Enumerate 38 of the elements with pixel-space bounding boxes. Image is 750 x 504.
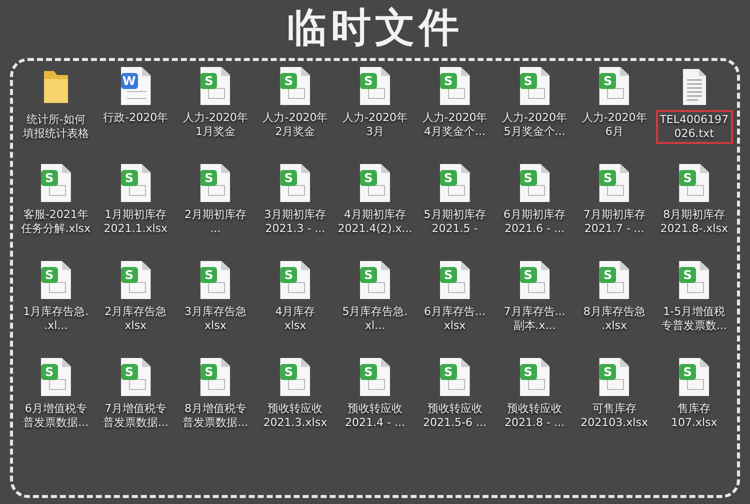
file-name[interactable]: 4月期初库存 2021.4(2).x... <box>334 205 416 239</box>
file-name[interactable]: 客服-2021年 任务分解.xlsx <box>17 205 95 239</box>
word-document-icon[interactable]: W <box>120 67 151 105</box>
file-name[interactable]: 8月库存告急 .xlsx <box>579 302 650 336</box>
file-name[interactable]: 行政-2020年 <box>99 108 172 128</box>
file-name[interactable]: 7月库存告... 副本.x... <box>500 302 570 336</box>
file-name[interactable]: 预收转应收 2021.5-6 ... <box>419 399 490 433</box>
file-name[interactable]: 人力-2020年 5月奖金个... <box>498 108 572 142</box>
file-name[interactable]: 人力-2020年 4月奖金个... <box>418 108 492 142</box>
file-name[interactable]: 预收转应收 2021.8 - ... <box>500 399 569 433</box>
file-name[interactable]: 7月增值税专 普发票数据... <box>98 399 172 433</box>
file-name[interactable]: 人力-2020年 1月奖金 <box>178 108 252 142</box>
file-name[interactable]: 2月库存告急 xlsx <box>100 302 171 336</box>
file-name[interactable]: 人力-2020年 3月 <box>338 108 412 142</box>
file-name[interactable]: 统计所-如何 填报统计表格 <box>18 110 93 144</box>
file-name[interactable]: 4月库存 xlsx <box>271 302 320 336</box>
file-name[interactable]: 1-5月增值税 专普发票数... <box>657 302 731 336</box>
file-name[interactable]: 1月库存告急. .xl... <box>19 302 93 336</box>
file-name[interactable]: 售库存 107.xlsx <box>666 399 722 433</box>
page-title: 临时文件 <box>287 6 463 50</box>
file-name[interactable]: 可售库存 202103.xlsx <box>576 399 652 433</box>
file-name[interactable]: 1月期初库存 2021.1.xlsx <box>100 205 172 239</box>
file-name[interactable]: 人力-2020年 6月 <box>578 108 651 142</box>
file-name[interactable]: 2月期初库存 ... <box>180 205 250 239</box>
file-name[interactable]: 6月增值税专 普发票数据... <box>19 399 93 433</box>
file-name[interactable]: 6月期初库存 2021.6 - ... <box>500 205 570 239</box>
file-name[interactable]: 5月库存告急. xl... <box>338 302 412 336</box>
file-name[interactable]: 预收转应收 2021.3.xlsx <box>259 399 332 433</box>
file-name[interactable]: 8月增值税专 普发票数据... <box>178 399 252 433</box>
file-name[interactable]: TEL4006197 026.txt <box>656 110 732 144</box>
file-name[interactable]: 7月期初库存 2021.7 - ... <box>579 205 650 239</box>
file-name[interactable]: 3月库存告急 xlsx <box>180 302 250 336</box>
file-name[interactable]: 3月期初库存 2021.3 - ... <box>260 205 330 239</box>
file-name[interactable]: 5月期初库存 2021.5 - <box>420 205 490 239</box>
file-name[interactable]: 6月库存告... xlsx <box>420 302 490 336</box>
file-name[interactable]: 人力-2020年 2月奖金 <box>258 108 332 142</box>
file-name[interactable]: 预收转应收 2021.4 - ... <box>341 399 409 433</box>
file-name[interactable]: 8月期初库存 2021.8-.xlsx <box>656 205 732 239</box>
